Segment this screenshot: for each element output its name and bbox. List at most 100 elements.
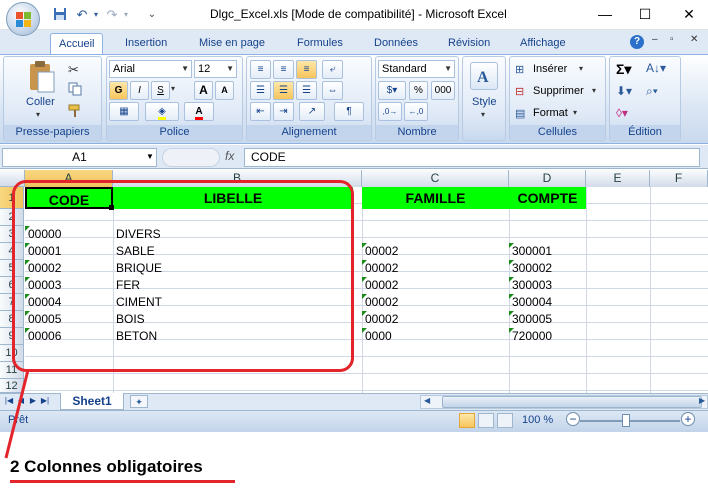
zoom-in-button[interactable]: + [681,412,695,426]
paragraph-icon[interactable]: ¶ [334,102,364,121]
grow-font-button[interactable]: A [194,81,213,100]
format-painter-icon[interactable] [68,104,82,118]
align-left-icon[interactable]: ☰ [250,81,271,100]
currency-icon[interactable]: $▾ [378,81,406,100]
redo-dropdown-icon[interactable]: ▾ [118,7,134,23]
ribbon-restore-icon[interactable]: ▫ [670,34,674,45]
normal-view-icon[interactable] [459,413,475,428]
decrease-decimal-icon[interactable]: ←,0 [404,102,428,121]
style-icon[interactable]: A [470,62,498,90]
font-size-combo[interactable]: 12 ▼ [194,60,237,78]
underline-dropdown-icon[interactable]: ▾ [171,84,175,93]
customize-toolbar-icon[interactable]: ⌄ [144,7,160,23]
zoom-out-button[interactable]: − [566,412,580,426]
cell-compte[interactable] [509,226,586,243]
chevron-down-icon[interactable]: ▾ [573,108,577,117]
maximize-button[interactable]: ☐ [630,4,660,24]
fill-color-button[interactable]: ◈ [145,102,179,121]
align-middle-icon[interactable]: ≡ [273,60,294,79]
cell-famille[interactable]: 00002 [362,260,509,277]
italic-button[interactable]: I [130,81,149,100]
office-button[interactable] [6,2,40,36]
cell-famille[interactable]: 0000 [362,328,509,345]
align-right-icon[interactable]: ☰ [296,81,317,100]
paste-label[interactable]: Coller [26,96,55,108]
chevron-down-icon[interactable]: ▾ [579,64,583,73]
name-box-dropdown-icon[interactable]: ▼ [146,152,154,161]
close-button[interactable]: ✕ [674,4,704,24]
clear-icon[interactable]: ◊▾ [616,106,628,120]
cell-famille[interactable]: 00002 [362,294,509,311]
paste-dropdown-icon[interactable]: ▾ [36,110,40,119]
style-label[interactable]: Style [472,96,496,108]
align-bottom-icon[interactable]: ≡ [296,60,317,79]
cell-compte[interactable]: 300002 [509,260,586,277]
cut-icon[interactable]: ✂ [68,62,79,78]
new-sheet-icon[interactable]: ✦ [130,395,148,408]
column-header-c[interactable]: C [362,170,509,187]
scroll-right-icon[interactable]: ▶ [699,396,705,405]
style-dropdown-icon[interactable]: ▾ [481,110,485,119]
align-top-icon[interactable]: ≡ [250,60,271,79]
cell-compte[interactable]: 300004 [509,294,586,311]
name-box[interactable]: A1 [2,148,157,167]
thousands-button[interactable]: 000 [431,81,455,100]
delete-cells-button[interactable]: Supprimer [533,85,584,97]
number-format-combo[interactable]: Standard ▼ [378,60,455,78]
header-cell-compte[interactable]: COMPTE [509,187,586,209]
cell-famille[interactable]: 00002 [362,311,509,328]
column-header-e[interactable]: E [586,170,650,187]
font-name-combo[interactable]: Arial ▼ [109,60,192,78]
paste-icon[interactable] [26,60,56,94]
ribbon-minimize-icon[interactable]: – [652,34,658,45]
cell-famille[interactable]: 00002 [362,277,509,294]
bold-button[interactable]: G [109,81,128,100]
zoom-level[interactable]: 100 % [522,414,553,426]
sort-filter-icon[interactable]: A↓▾ [646,61,666,75]
cell-famille[interactable] [362,226,509,243]
tab-donnees[interactable]: Données [366,33,426,54]
tab-mise-en-page[interactable]: Mise en page [191,33,273,54]
chevron-down-icon[interactable]: ▾ [592,86,596,95]
page-break-view-icon[interactable] [497,413,513,428]
orientation-icon[interactable]: ↗ [299,102,325,121]
minimize-button[interactable]: — [590,4,620,24]
fill-icon[interactable]: ⬇▾ [616,84,632,98]
find-select-icon[interactable]: ⌕▾ [646,84,658,99]
header-cell-famille[interactable]: FAMILLE [362,187,509,209]
column-header-d[interactable]: D [509,170,586,187]
sheet-tab-sheet1[interactable]: Sheet1 [60,393,124,410]
insert-function-button[interactable]: fx [225,149,234,163]
insert-cells-button[interactable]: Insérer [533,63,567,75]
decrease-indent-icon[interactable]: ⇤ [250,102,271,121]
tab-revision[interactable]: Révision [440,33,498,54]
increase-indent-icon[interactable]: ⇥ [273,102,294,121]
last-sheet-icon[interactable]: ▶| [40,395,50,407]
tab-accueil[interactable]: Accueil [50,33,104,54]
shrink-font-button[interactable]: A [215,81,234,100]
font-color-button[interactable]: A [184,102,214,121]
save-icon[interactable] [52,7,68,23]
scroll-left-icon[interactable]: ◀ [424,396,430,405]
align-center-icon[interactable]: ☰ [273,81,294,100]
formula-input[interactable]: CODE [244,148,700,167]
help-icon[interactable]: ? [630,35,644,49]
autosum-icon[interactable]: Σ▾ [616,61,631,78]
cell-famille[interactable]: 00002 [362,243,509,260]
column-header-f[interactable]: F [650,170,708,187]
undo-dropdown-icon[interactable]: ▾ [88,7,104,23]
borders-button[interactable]: ▦ [109,102,139,121]
increase-decimal-icon[interactable]: ,0→ [378,102,402,121]
copy-icon[interactable] [68,82,82,96]
cell-compte[interactable]: 300003 [509,277,586,294]
scrollbar-thumb[interactable] [442,396,702,408]
page-layout-view-icon[interactable] [478,413,494,428]
cell-compte[interactable]: 300001 [509,243,586,260]
tab-affichage[interactable]: Affichage [512,33,574,54]
wrap-text-icon[interactable]: ⤶ [322,60,343,79]
format-cells-button[interactable]: Format [533,107,568,119]
tab-formules[interactable]: Formules [289,33,351,54]
zoom-slider-thumb[interactable] [622,414,630,427]
tab-insertion[interactable]: Insertion [117,33,175,54]
zoom-slider[interactable] [580,420,680,422]
